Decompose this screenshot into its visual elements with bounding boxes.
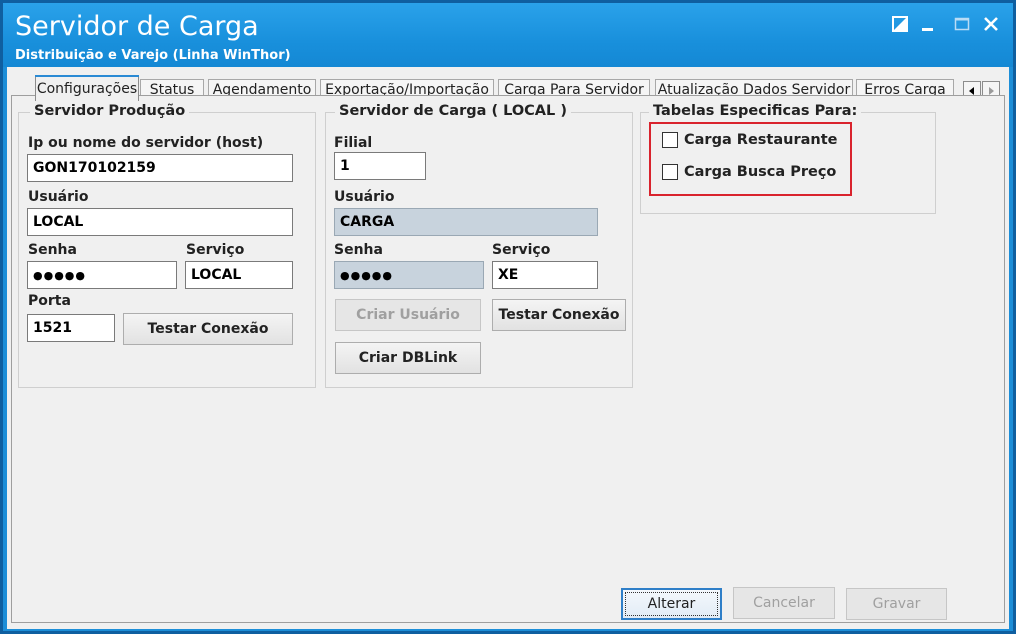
filial-input[interactable]: 1 — [334, 152, 426, 180]
window-title: Servidor de Carga — [15, 11, 259, 42]
gravar-button[interactable]: Gravar — [846, 588, 947, 620]
cancelar-button[interactable]: Cancelar — [733, 587, 835, 619]
criar-usuario-button[interactable]: Criar Usuário — [335, 299, 481, 331]
app-window: Servidor de Carga Distribuição e Varejo … — [0, 0, 1016, 634]
group-title-servidor-producao: Servidor Produção — [30, 103, 190, 119]
criar-dblink-button[interactable]: Criar DBLink — [335, 342, 481, 374]
servico-label: Serviço — [186, 242, 245, 258]
carga-usuario-label: Usuário — [334, 189, 395, 205]
client-area: Configurações Status Agendamento Exporta… — [7, 67, 1009, 629]
porta-input[interactable]: 1521 — [27, 314, 115, 342]
title-bar[interactable]: Servidor de Carga Distribuição e Varejo … — [3, 3, 1013, 67]
tab-configuracoes[interactable]: Configurações — [35, 75, 139, 101]
group-title-tabelas-especificas: Tabelas Especificas Para: — [649, 103, 862, 119]
group-title-servidor-carga: Servidor de Carga ( LOCAL ) — [335, 103, 571, 119]
usuario-input[interactable]: LOCAL — [27, 208, 293, 236]
carga-servico-input[interactable]: XE — [492, 261, 598, 289]
host-label: Ip ou nome do servidor (host) — [28, 135, 264, 151]
host-input[interactable]: GON170102159 — [27, 154, 293, 182]
maximize-icon[interactable] — [951, 13, 973, 35]
carga-restaurante-label: Carga Restaurante — [684, 132, 838, 148]
testar-conexao-producao-button[interactable]: Testar Conexão — [123, 313, 293, 345]
carga-busca-preco-label: Carga Busca Preço — [684, 164, 837, 180]
carga-usuario-input[interactable]: CARGA — [334, 208, 598, 236]
porta-label: Porta — [28, 293, 71, 309]
carga-busca-preco-checkbox[interactable]: Carga Busca Preço — [662, 164, 836, 180]
carga-senha-input[interactable]: ●●●●● — [334, 261, 484, 289]
usuario-label: Usuário — [28, 189, 89, 205]
testar-conexao-carga-button[interactable]: Testar Conexão — [492, 299, 626, 331]
carga-senha-label: Senha — [334, 242, 383, 258]
servico-input[interactable]: LOCAL — [185, 261, 293, 289]
senha-label: Senha — [28, 242, 77, 258]
carga-servico-label: Serviço — [492, 242, 551, 258]
tab-label: Configurações — [36, 80, 138, 97]
checkbox-box[interactable] — [662, 132, 678, 148]
senha-input[interactable]: ●●●●● — [27, 261, 177, 289]
carga-restaurante-checkbox[interactable]: Carga Restaurante — [662, 132, 837, 148]
restore-icon[interactable] — [889, 13, 911, 35]
close-icon[interactable] — [980, 13, 1002, 35]
filial-label: Filial — [334, 135, 373, 151]
checkbox-box[interactable] — [662, 164, 678, 180]
window-subtitle: Distribuição e Varejo (Linha WinThor) — [15, 48, 291, 63]
alterar-button[interactable]: Alterar — [621, 588, 722, 620]
minimize-icon[interactable] — [917, 13, 939, 35]
tab-page-configuracoes: Servidor Produção Ip ou nome do servidor… — [11, 95, 1005, 623]
